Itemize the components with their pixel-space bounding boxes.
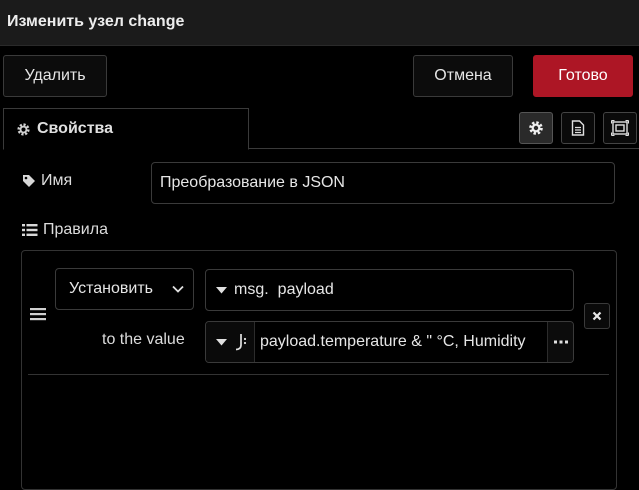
name-label: Имя: [22, 172, 72, 190]
rule-action-value: Установить: [69, 280, 153, 297]
expand-editor-button[interactable]: [547, 322, 573, 362]
appearance-icon: [611, 120, 629, 136]
tag-icon: [23, 175, 35, 187]
target-type-label: msg.: [234, 281, 269, 298]
tab-appearance-button[interactable]: [603, 112, 637, 144]
rules-label: Правила: [22, 221, 108, 239]
chevron-down-icon: [172, 285, 184, 293]
rule-divider: [28, 374, 609, 375]
gear-icon: [17, 122, 30, 136]
tab-properties[interactable]: Свойства: [3, 108, 249, 150]
name-input[interactable]: Преобразование в JSON: [151, 162, 615, 204]
close-icon: [592, 311, 602, 321]
dialog-title: Изменить узел change: [7, 13, 185, 30]
delete-button[interactable]: Удалить: [3, 55, 107, 97]
tab-description-button[interactable]: [561, 112, 595, 144]
value-expression-value[interactable]: payload.temperature & " °C, Humidity: [255, 333, 547, 351]
caret-down-icon: [216, 286, 227, 293]
ellipsis-icon: [553, 340, 568, 344]
done-button[interactable]: Готово: [533, 55, 633, 97]
drag-handle-icon[interactable]: [30, 307, 46, 326]
dialog-header: Изменить узел change: [0, 0, 639, 46]
value-expression-input[interactable]: payload.temperature & " °C, Humidity: [205, 321, 574, 363]
list-icon: [22, 224, 38, 236]
to-value-label: to the value: [102, 331, 185, 348]
name-label-text: Имя: [41, 172, 73, 189]
cancel-button[interactable]: Отмена: [413, 55, 513, 97]
jsonata-icon: [235, 334, 247, 351]
value-type-selector[interactable]: [206, 322, 255, 362]
remove-rule-button[interactable]: [584, 303, 610, 329]
tab-divider: [248, 148, 639, 149]
tab-settings-button[interactable]: [519, 112, 553, 144]
gear-icon: [529, 121, 543, 135]
rules-label-text: Правила: [43, 221, 108, 238]
target-property-value[interactable]: payload: [273, 281, 573, 299]
target-property-input[interactable]: msg. payload: [205, 269, 574, 311]
tab-properties-label: Свойства: [37, 120, 114, 137]
description-icon: [571, 120, 585, 136]
target-type-selector[interactable]: msg.: [206, 270, 273, 310]
rule-action-select[interactable]: Установить: [55, 268, 194, 310]
caret-down-icon: [216, 338, 227, 345]
